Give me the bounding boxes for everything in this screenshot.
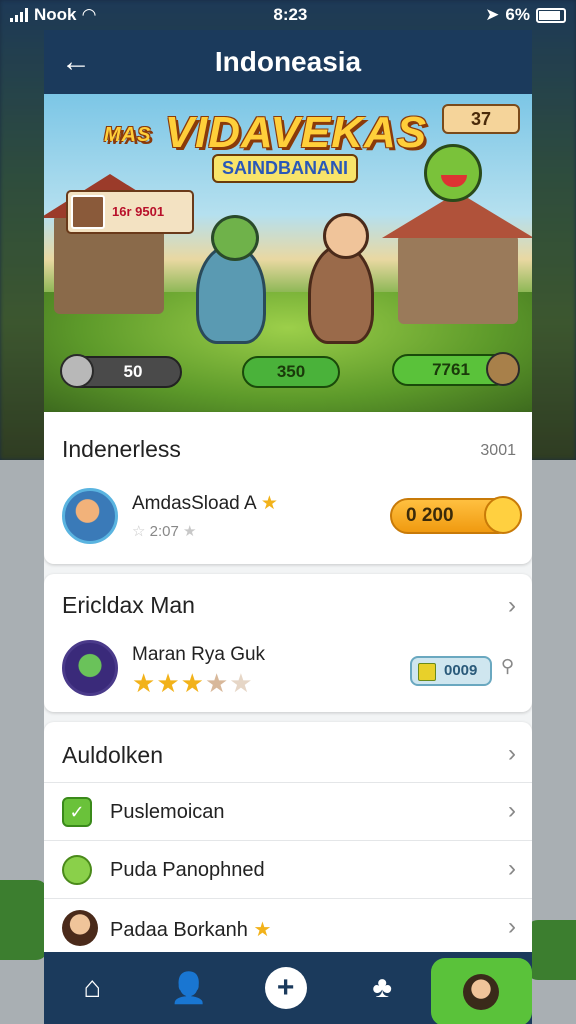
tab-home[interactable]: ⌂ bbox=[44, 952, 141, 1024]
location-icon: ➤ bbox=[485, 5, 500, 24]
plus-icon: + bbox=[264, 967, 307, 1009]
banner-score-badge: 37 bbox=[442, 104, 520, 134]
banner-player-card: 16r 9501 bbox=[66, 190, 194, 234]
section-card-2[interactable]: Ericldax Man › Maran Rya Guk ★★★★★ 0009 … bbox=[44, 574, 532, 712]
bronze-coin-icon bbox=[486, 352, 520, 386]
claim-button-label: 0 200 bbox=[406, 505, 454, 526]
battery-percent: 6% bbox=[505, 5, 530, 24]
chevron-right-icon[interactable]: › bbox=[508, 740, 516, 768]
player-avatar[interactable] bbox=[62, 640, 118, 696]
chevron-right-icon[interactable]: › bbox=[508, 592, 516, 620]
bottom-tab-bar: ⌂ 👤 + ♣ bbox=[44, 952, 532, 1024]
list-item-label: Padaa Borkanh ★ bbox=[110, 917, 271, 942]
battery-icon bbox=[536, 7, 566, 23]
player-avatar[interactable] bbox=[62, 488, 118, 544]
chevron-right-icon: › bbox=[508, 913, 516, 940]
star-off-icon: ★ bbox=[183, 523, 197, 540]
player-time: 2:07 bbox=[149, 523, 179, 540]
hero-brown-illustration bbox=[308, 213, 374, 344]
game-logo-subtitle: SAINDBANANI bbox=[212, 154, 358, 183]
list-item[interactable]: Padaa Borkanh ★ › bbox=[44, 898, 532, 956]
leaf-icon bbox=[62, 855, 92, 885]
section-card-3: Auldolken › ✓ Puslemoican › Puda Panophn… bbox=[44, 722, 532, 982]
monster-illustration bbox=[424, 144, 482, 202]
profile-avatar-icon bbox=[463, 974, 500, 1010]
group-icon: ♣ bbox=[372, 971, 393, 1004]
player-sub: ☆ 2:07 ★ bbox=[132, 522, 196, 540]
banner-player-portrait bbox=[71, 195, 105, 229]
person-avatar-icon bbox=[62, 910, 98, 946]
star-icon: ★ bbox=[253, 919, 272, 941]
status-bar: Nook ◠ 8:23 ➤ 6% bbox=[0, 0, 576, 30]
tab-add[interactable]: + bbox=[237, 952, 334, 1024]
claim-button[interactable]: 0 200 bbox=[390, 496, 522, 534]
banner-player-stat: 16r 9501 bbox=[112, 204, 165, 219]
checkbox-icon: ✓ bbox=[62, 797, 92, 827]
list-item[interactable]: Puda Panophned › bbox=[44, 840, 532, 898]
player-name: Maran Rya Guk bbox=[132, 644, 266, 665]
banner-coin-counter[interactable]: 350 bbox=[242, 356, 340, 388]
resource-chip[interactable]: 0009 bbox=[410, 656, 492, 686]
sheet-header: ← Indoneasia bbox=[44, 30, 532, 94]
wifi-icon: ◠ bbox=[82, 5, 96, 24]
tab-friends[interactable]: 👤 bbox=[141, 952, 238, 1024]
tab-profile[interactable] bbox=[430, 958, 532, 1024]
game-logo-main: VIDAVEKAS bbox=[164, 108, 428, 157]
rating-stars: ★★★★★ bbox=[132, 668, 254, 699]
section-1-title: Indenerless bbox=[62, 436, 181, 462]
game-logo-small: MAS bbox=[104, 123, 152, 146]
signal-icon bbox=[10, 8, 28, 22]
star-icon: ★ bbox=[180, 668, 205, 698]
chevron-right-icon: › bbox=[508, 797, 516, 824]
carrier-label: Nook bbox=[34, 5, 77, 24]
star-off-icon: ★ bbox=[229, 668, 254, 698]
list-item-label: Puda Panophned bbox=[110, 859, 265, 881]
player-name: AmdasSload A ★ bbox=[132, 492, 278, 515]
star-outline-icon: ☆ bbox=[132, 523, 146, 540]
game-banner[interactable]: MAS VIDAVEKAS SAINDBANANI 37 16r 9501 50… bbox=[44, 94, 532, 412]
list-item[interactable]: ✓ Puslemoican › bbox=[44, 782, 532, 840]
hero-green-illustration bbox=[196, 215, 266, 344]
home-icon: ⌂ bbox=[83, 971, 102, 1004]
star-icon: ★ bbox=[260, 493, 278, 514]
page-title: Indoneasia bbox=[214, 46, 362, 77]
star-icon: ★ bbox=[156, 668, 181, 698]
hut-right-illustration bbox=[382, 192, 532, 324]
section-card-1: Indenerless 3001 AmdasSload A ★ ☆ 2:07 ★… bbox=[44, 412, 532, 564]
player-name-label: AmdasSload A bbox=[132, 493, 256, 514]
star-icon: ★ bbox=[132, 668, 157, 698]
clock: 8:23 bbox=[273, 5, 308, 24]
list-item-label-text: Padaa Borkanh bbox=[110, 919, 248, 941]
game-logo: MAS VIDAVEKAS bbox=[104, 108, 427, 158]
section-2-title: Ericldax Man bbox=[62, 592, 195, 618]
person-icon: 👤 bbox=[170, 971, 208, 1005]
smiley-icon bbox=[484, 496, 522, 534]
silver-coin-icon bbox=[60, 354, 94, 388]
section-1-meta: 3001 bbox=[480, 442, 516, 459]
tab-community[interactable]: ♣ bbox=[334, 952, 431, 1024]
location-pin-icon[interactable]: ⚲ bbox=[501, 656, 514, 677]
back-arrow-icon[interactable]: ← bbox=[58, 44, 94, 80]
chevron-right-icon: › bbox=[508, 855, 516, 882]
list-item-label: Puslemoican bbox=[110, 801, 225, 823]
star-off-icon: ★ bbox=[204, 668, 230, 698]
game-detail-sheet: ← Indoneasia MAS VIDAVEKAS SAINDBANANI 3… bbox=[44, 30, 532, 1024]
section-3-title: Auldolken bbox=[62, 742, 164, 768]
